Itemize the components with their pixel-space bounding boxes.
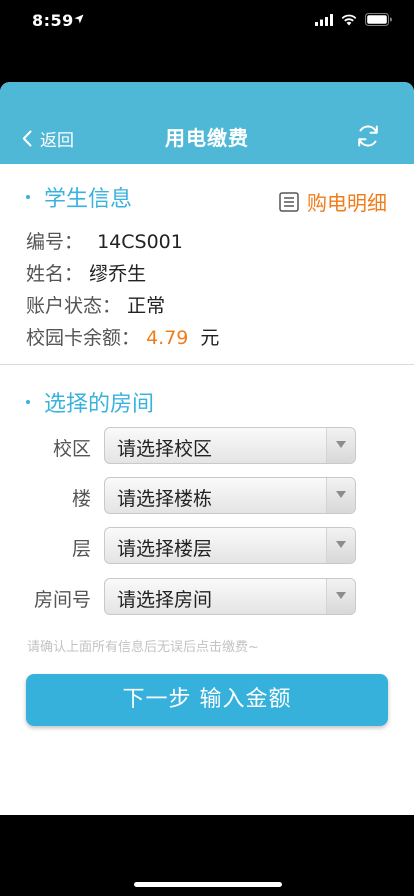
room-number-label: 房间号	[33, 589, 91, 611]
account-status-value: 正常	[127, 295, 166, 317]
dropdown-arrow-icon	[326, 579, 355, 614]
dropdown-arrow-icon	[326, 428, 355, 463]
student-name-value: 缪乔生	[89, 263, 147, 285]
wifi-icon	[341, 14, 357, 25]
confirm-hint: 请确认上面所有信息后无误后点击缴费~	[27, 640, 259, 655]
campus-label: 校区	[52, 438, 91, 460]
home-indicator[interactable]	[134, 882, 282, 887]
dropdown-arrow-icon	[326, 528, 355, 563]
page-title: 用电缴费	[165, 126, 249, 150]
campus-select-value: 请选择校区	[117, 438, 213, 460]
info-row-id: 编号： 14CS001	[26, 231, 183, 253]
next-step-button[interactable]: 下一步 输入金额	[26, 674, 388, 726]
bullet-dot	[26, 195, 30, 199]
section-divider	[0, 364, 414, 365]
student-id-value: 14CS001	[97, 231, 183, 253]
info-row-name: 姓名： 缪乔生	[26, 263, 147, 285]
list-icon	[279, 191, 299, 212]
purchase-detail-label: 购电明细	[307, 191, 387, 215]
floor-select[interactable]: 请选择楼层	[104, 527, 356, 564]
status-icons	[315, 13, 392, 26]
main-card: 返回 用电缴费 学生信息 购电明细 编号： 14CS001 姓名： 缪乔生 账户…	[0, 82, 414, 815]
location-arrow-icon	[74, 14, 84, 24]
purchase-detail-link[interactable]: 购电明细	[279, 187, 387, 216]
dropdown-arrow-icon	[326, 478, 355, 513]
floor-label: 层	[71, 538, 91, 560]
nav-bar: 返回 用电缴费	[0, 82, 414, 164]
building-select-value: 请选择楼栋	[117, 488, 213, 510]
bullet-dot	[26, 400, 30, 404]
refresh-icon[interactable]	[355, 123, 381, 149]
battery-icon	[365, 13, 392, 26]
status-bar: 8:59	[0, 0, 414, 44]
student-info-title: 学生信息	[26, 181, 132, 213]
info-row-balance: 校园卡余额： 4.79 元	[26, 327, 220, 349]
floor-select-value: 请选择楼层	[117, 538, 213, 560]
room-select[interactable]: 请选择房间	[104, 578, 356, 615]
campus-select[interactable]: 请选择校区	[104, 427, 356, 464]
balance-unit: 元	[200, 327, 220, 349]
status-time: 8:59	[32, 11, 74, 30]
room-section-title: 选择的房间	[26, 386, 154, 418]
building-label: 楼	[71, 488, 91, 510]
room-select-value: 请选择房间	[117, 589, 213, 611]
info-row-status: 账户状态： 正常	[26, 295, 166, 317]
building-select[interactable]: 请选择楼栋	[104, 477, 356, 514]
balance-value: 4.79	[146, 327, 189, 349]
signal-icon	[315, 13, 333, 26]
